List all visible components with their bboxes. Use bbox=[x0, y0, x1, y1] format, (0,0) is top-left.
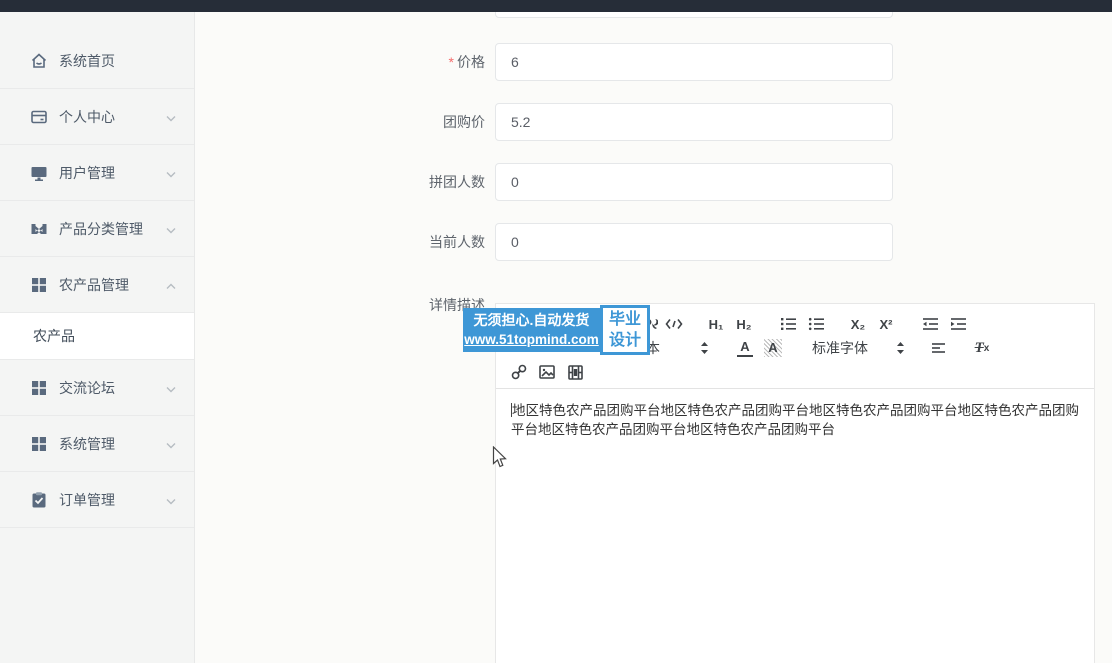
chevron-down-icon bbox=[166, 436, 176, 452]
image-icon[interactable] bbox=[535, 362, 559, 382]
chevron-down-icon bbox=[166, 109, 176, 125]
card-icon bbox=[30, 108, 48, 126]
sidebar-item-farm-products[interactable]: 农产品管理 bbox=[0, 257, 194, 313]
background-color-icon[interactable]: A bbox=[761, 338, 785, 358]
sidebar-subitem-farm-product[interactable]: 农产品 bbox=[0, 313, 194, 360]
video-icon[interactable] bbox=[563, 362, 587, 382]
chevron-down-icon bbox=[166, 221, 176, 237]
chevron-down-icon bbox=[166, 165, 176, 181]
current-count-input[interactable] bbox=[495, 223, 893, 261]
grid-icon bbox=[30, 435, 48, 453]
ordered-list-icon[interactable] bbox=[776, 314, 800, 334]
bullet-list-icon[interactable] bbox=[804, 314, 828, 334]
sidebar-item-label: 订单管理 bbox=[59, 490, 115, 510]
outdent-icon[interactable] bbox=[918, 314, 942, 334]
indent-icon[interactable] bbox=[946, 314, 970, 334]
watermark-line1: 无须担心.自动发货 bbox=[463, 310, 600, 330]
size-picker-arrows-icon[interactable] bbox=[692, 338, 716, 358]
sidebar-item-product-categories[interactable]: 产品分类管理 bbox=[0, 201, 194, 257]
sidebar-menu: 系统首页 个人中心 用户管理 bbox=[0, 12, 194, 528]
required-asterisk: * bbox=[449, 54, 454, 70]
sidebar-item-label: 产品分类管理 bbox=[59, 219, 143, 239]
subscript-button[interactable]: X₂ bbox=[846, 314, 870, 334]
rich-text-editor: H₁ H₂ X₂ X² bbox=[495, 303, 1095, 663]
chevron-down-icon bbox=[166, 380, 176, 396]
grid-icon bbox=[30, 276, 48, 294]
header2-button[interactable]: H₂ bbox=[732, 314, 756, 334]
group-price-input[interactable] bbox=[495, 103, 893, 141]
sidebar-item-forum[interactable]: 交流论坛 bbox=[0, 360, 194, 416]
code-block-icon[interactable] bbox=[662, 314, 686, 334]
sidebar-subitem-label: 农产品 bbox=[33, 326, 75, 346]
app-window: 系统首页 个人中心 用户管理 bbox=[0, 0, 1112, 663]
header1-button[interactable]: H₁ bbox=[704, 314, 728, 334]
group-size-label: 拼团人数 bbox=[355, 163, 485, 201]
editor-content-area[interactable]: 地区特色农产品团购平台地区特色农产品团购平台地区特色农产品团购平台地区特色农产品… bbox=[496, 389, 1096, 451]
sidebar-item-label: 系统首页 bbox=[59, 51, 115, 71]
price-input[interactable] bbox=[495, 43, 893, 81]
clear-format-icon[interactable]: Tx bbox=[970, 338, 994, 358]
grid-icon bbox=[30, 379, 48, 397]
watermark-ad-overlay[interactable]: 无须担心.自动发货 www.51topmind.com 毕业 设计 bbox=[463, 308, 650, 355]
group-size-input[interactable] bbox=[495, 163, 893, 201]
top-bar bbox=[0, 0, 1112, 12]
watermark-badge-line1: 毕业 bbox=[603, 309, 647, 330]
price-label: *价格 bbox=[355, 43, 485, 81]
sidebar-item-label: 个人中心 bbox=[59, 107, 115, 127]
sidebar-item-label: 用户管理 bbox=[59, 163, 115, 183]
watermark-badge: 毕业 设计 bbox=[600, 305, 650, 355]
align-icon[interactable] bbox=[926, 338, 950, 358]
sidebar-item-label: 农产品管理 bbox=[59, 275, 129, 295]
monitor-icon bbox=[30, 164, 48, 182]
chevron-up-icon bbox=[166, 277, 176, 293]
current-count-label: 当前人数 bbox=[355, 223, 485, 261]
sidebar-item-label: 交流论坛 bbox=[59, 378, 115, 398]
sidebar-item-label: 系统管理 bbox=[59, 434, 115, 454]
main-content: *价格 团购价 拼团人数 当前人数 详情描述 bbox=[195, 12, 1112, 663]
font-picker-label[interactable]: 标准字体 bbox=[812, 338, 868, 358]
previous-field-input[interactable] bbox=[495, 12, 893, 18]
watermark-url: www.51topmind.com bbox=[463, 330, 600, 350]
sidebar-item-home[interactable]: 系统首页 bbox=[0, 33, 194, 89]
sidebar: 系统首页 个人中心 用户管理 bbox=[0, 12, 195, 663]
clipboard-icon bbox=[30, 491, 48, 509]
watermark-badge-line2: 设计 bbox=[603, 330, 647, 351]
sidebar-item-system[interactable]: 系统管理 bbox=[0, 416, 194, 472]
sidebar-item-orders[interactable]: 订单管理 bbox=[0, 472, 194, 528]
text-color-icon[interactable]: A bbox=[733, 338, 757, 358]
film-icon bbox=[30, 220, 48, 238]
superscript-button[interactable]: X² bbox=[874, 314, 898, 334]
mouse-cursor bbox=[492, 446, 509, 474]
link-icon[interactable] bbox=[507, 362, 531, 382]
watermark-text: 无须担心.自动发货 www.51topmind.com bbox=[463, 308, 600, 352]
chevron-down-icon bbox=[166, 492, 176, 508]
sidebar-item-users[interactable]: 用户管理 bbox=[0, 145, 194, 201]
editor-text: 地区特色农产品团购平台地区特色农产品团购平台地区特色农产品团购平台地区特色农产品… bbox=[511, 403, 1079, 437]
group-price-label: 团购价 bbox=[355, 103, 485, 141]
sidebar-item-profile[interactable]: 个人中心 bbox=[0, 89, 194, 145]
home-icon bbox=[30, 52, 48, 70]
font-picker-arrows-icon[interactable] bbox=[888, 338, 912, 358]
